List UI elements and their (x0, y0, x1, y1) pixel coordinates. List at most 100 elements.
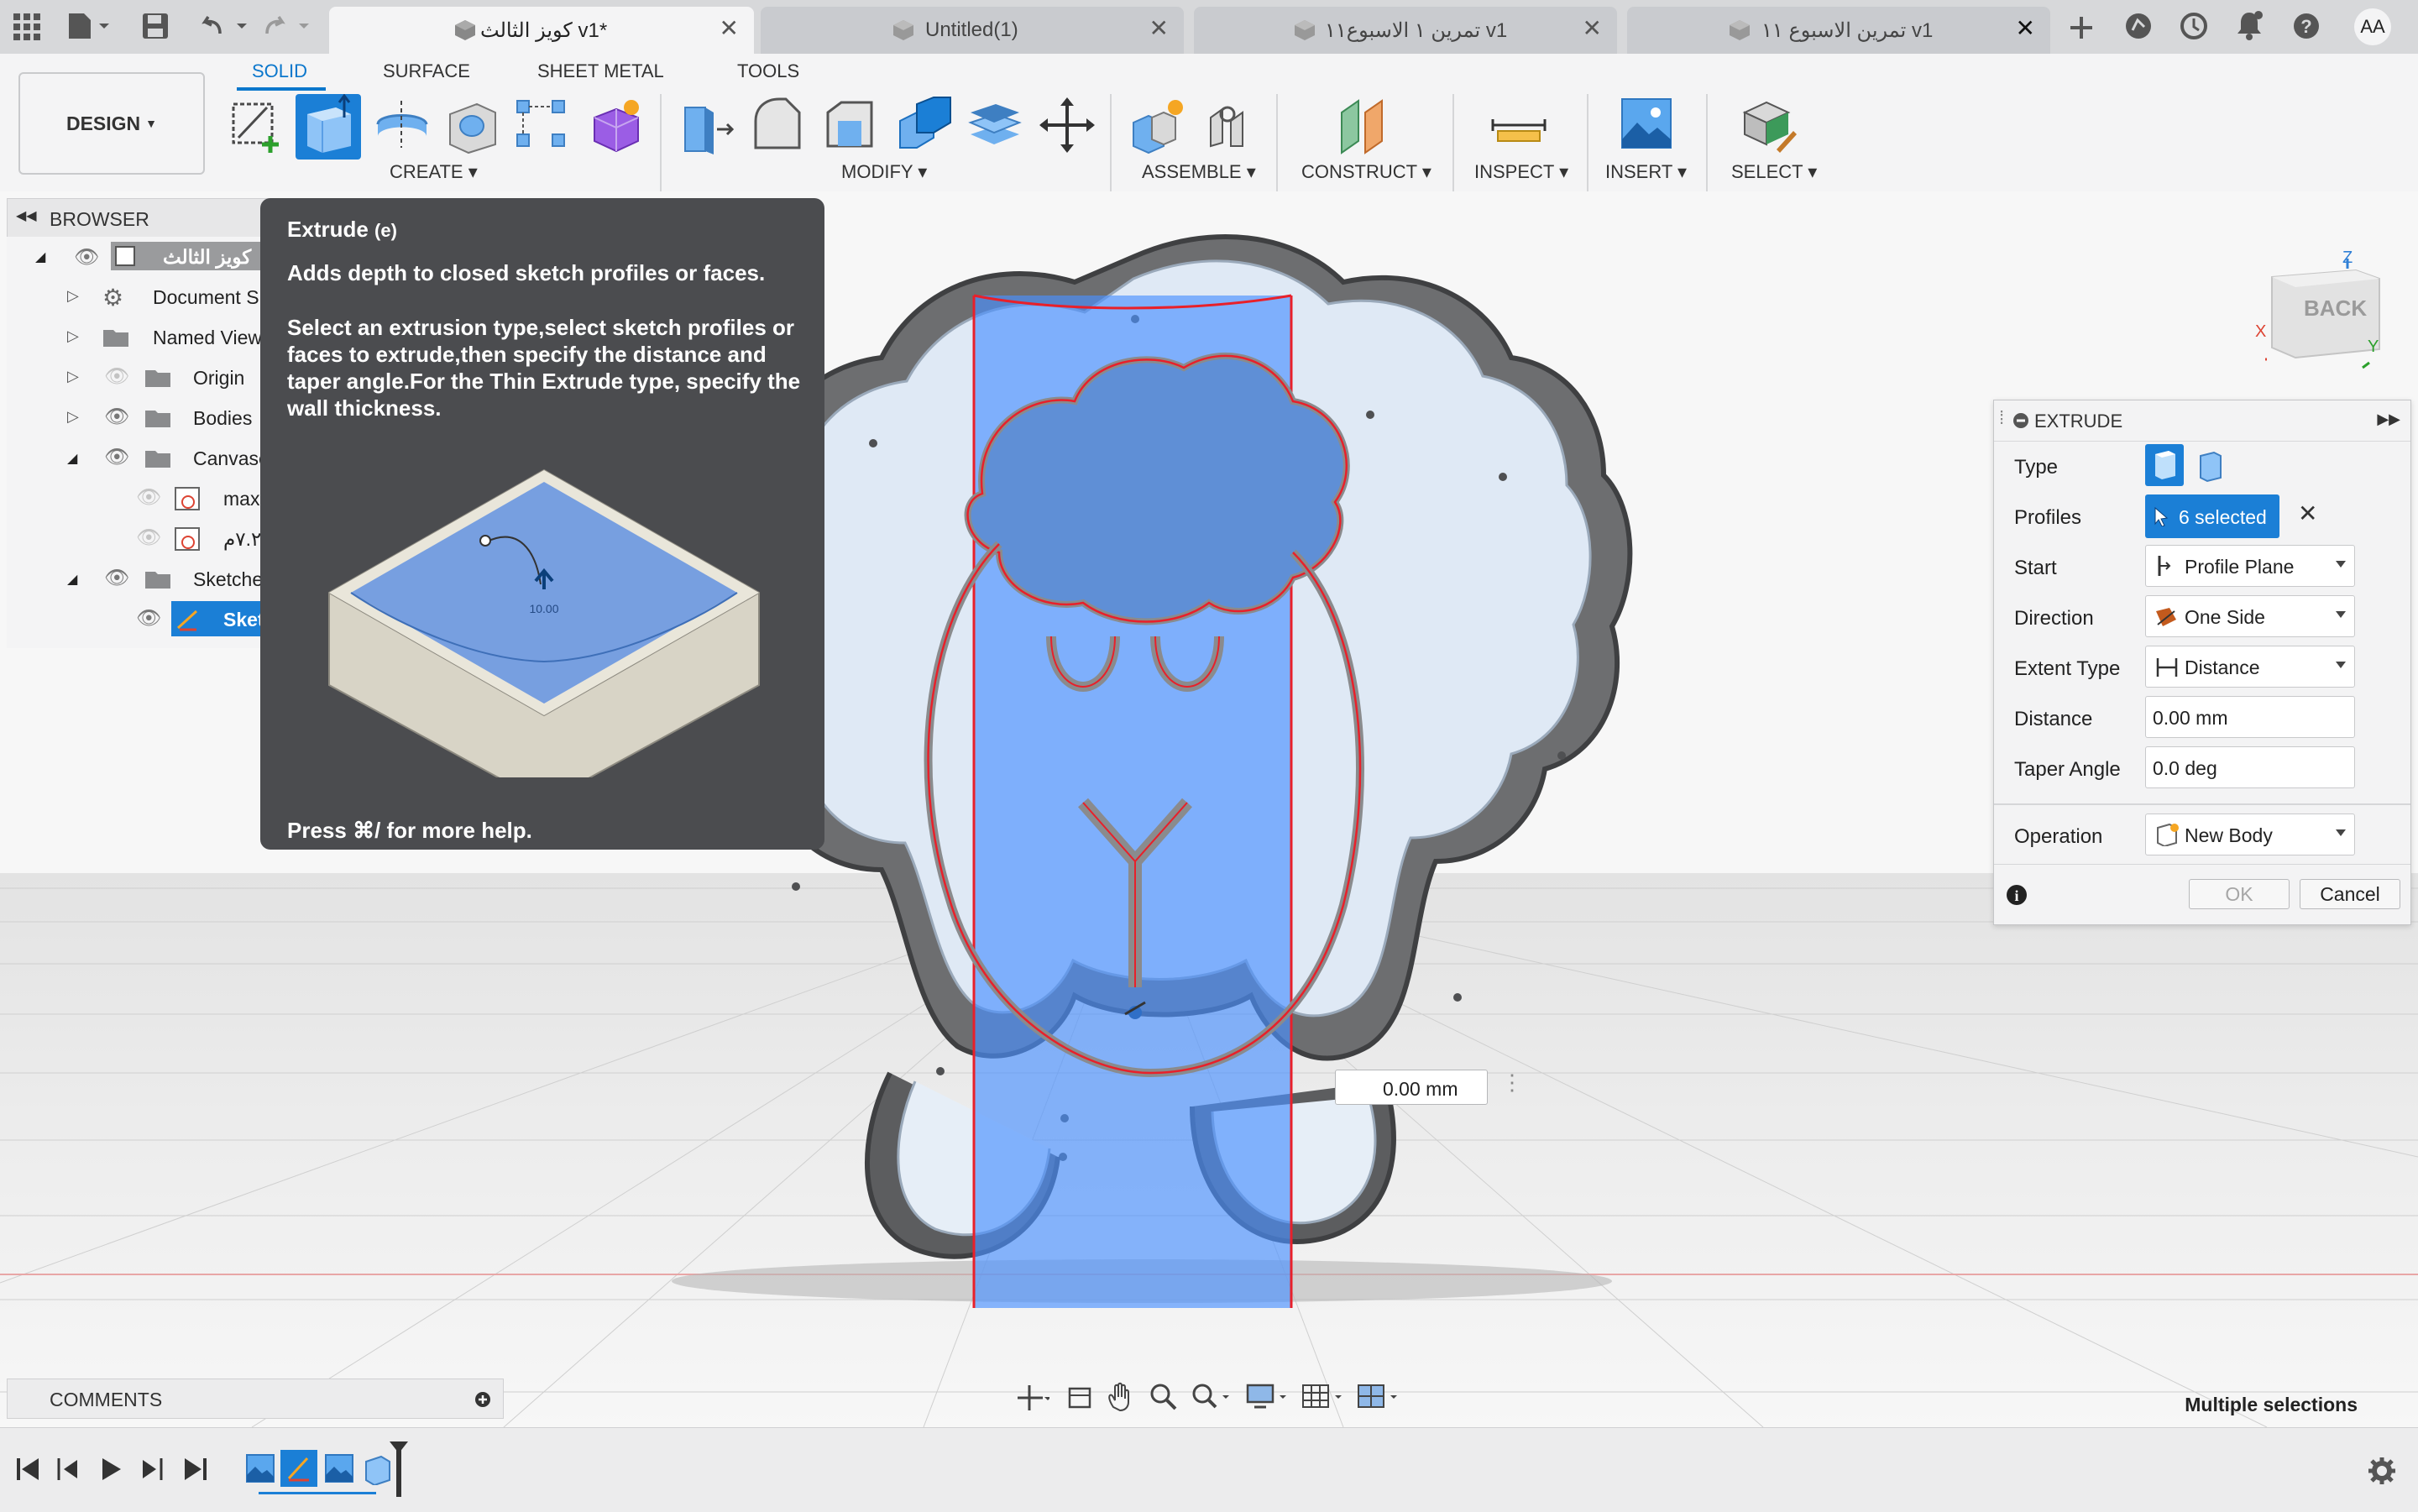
visibility-eye-icon[interactable]: 👁 (136, 606, 161, 630)
info-icon[interactable]: i (2006, 884, 2028, 906)
close-tab-icon[interactable]: ✕ (720, 17, 739, 40)
app-grid-icon[interactable] (13, 13, 40, 40)
doc-tab-active[interactable]: كويز الثالث v1* ✕ (329, 7, 754, 54)
close-tab-icon[interactable]: ✕ (2016, 17, 2035, 40)
help-icon[interactable]: ? (2292, 12, 2321, 40)
drag-handle-icon[interactable]: ⁞ (1999, 407, 2004, 429)
move-copy-icon[interactable] (1038, 96, 1096, 154)
offset-plane-icon[interactable] (1335, 96, 1394, 154)
collapse-arrow-icon[interactable]: ◢ (67, 450, 77, 467)
doc-tab[interactable]: تمرين ١ الاسبوع١١ v1 ✕ (1194, 7, 1617, 54)
orbit-icon[interactable] (1016, 1384, 1049, 1412)
visibility-eye-icon[interactable]: 👁 (104, 445, 129, 469)
go-to-end-icon[interactable] (183, 1457, 208, 1482)
browser-item-sketch-selected[interactable]: 👁 Sket (7, 599, 275, 638)
notifications-icon[interactable] (2235, 10, 2264, 40)
shell-icon[interactable] (893, 96, 952, 154)
display-settings-icon[interactable] (1246, 1382, 1288, 1410)
visibility-eye-icon[interactable]: 👁 (74, 245, 99, 269)
input-options-icon[interactable]: ⋮ (1501, 1070, 1523, 1096)
operation-dropdown[interactable]: New Body (2145, 814, 2355, 855)
add-comment-icon[interactable] (474, 1391, 491, 1408)
profiles-selection-button[interactable]: 6 selected (2145, 494, 2279, 538)
expand-arrow-icon[interactable]: ▷ (67, 327, 79, 345)
expand-arrow-icon[interactable]: ▷ (67, 408, 79, 426)
revolve-icon[interactable] (373, 96, 432, 154)
viewports-icon[interactable] (1357, 1382, 1399, 1410)
distance-field[interactable]: 0.00 mm (2145, 696, 2355, 738)
hidden-eye-icon[interactable]: 👁 (136, 485, 161, 510)
minus-circle-icon[interactable] (2012, 412, 2029, 429)
fillet-icon[interactable] (749, 96, 808, 154)
redo-icon[interactable] (262, 12, 314, 40)
close-tab-icon[interactable]: ✕ (1149, 17, 1169, 40)
visibility-eye-icon[interactable]: 👁 (104, 566, 129, 590)
direction-dropdown[interactable]: One Side (2145, 595, 2355, 637)
extensions-icon[interactable] (2124, 12, 2153, 40)
tab-sheet-metal[interactable]: SHEET METAL (537, 60, 664, 82)
tab-tools[interactable]: TOOLS (737, 60, 799, 82)
tab-solid[interactable]: SOLID (252, 60, 307, 82)
expand-arrow-icon[interactable]: ▷ (67, 368, 79, 385)
visibility-eye-icon[interactable]: 👁 (104, 405, 129, 429)
expand-dialog-icon[interactable]: ▶▶ (2377, 411, 2400, 428)
hidden-eye-icon[interactable]: 👁 (104, 364, 129, 389)
joint-icon[interactable] (1202, 96, 1261, 154)
pan-hand-icon[interactable] (1107, 1382, 1135, 1412)
step-back-icon[interactable] (55, 1457, 81, 1482)
new-component-icon[interactable] (1130, 96, 1189, 154)
group-create[interactable]: CREATE ▾ (390, 161, 478, 183)
browser-panel-header[interactable]: ◀◀ BROWSER (7, 198, 285, 238)
user-avatar[interactable]: AA (2354, 8, 2391, 45)
hidden-eye-icon[interactable]: 👁 (136, 526, 161, 550)
new-tab-icon[interactable] (2069, 15, 2094, 40)
ok-button[interactable]: OK (2189, 879, 2290, 909)
group-construct[interactable]: CONSTRUCT ▾ (1301, 161, 1431, 183)
step-forward-icon[interactable] (139, 1457, 165, 1482)
browser-root-item[interactable]: ◢ 👁 كويز الثالث (7, 237, 275, 275)
save-icon[interactable] (141, 12, 170, 40)
look-at-icon[interactable] (1066, 1384, 1095, 1412)
view-cube[interactable]: BACK Z X Y (2255, 249, 2386, 371)
taper-angle-field[interactable]: 0.0 deg (2145, 746, 2355, 788)
extrude-dialog-header[interactable]: ⁞ EXTRUDE ▶▶ (1994, 400, 2410, 442)
timeline-settings-gear-icon[interactable] (2368, 1457, 2396, 1485)
type-solid-option[interactable] (2145, 444, 2184, 486)
job-status-icon[interactable] (2180, 12, 2208, 40)
timeline-canvas-icon[interactable] (243, 1452, 277, 1485)
extent-type-dropdown[interactable]: Distance (2145, 646, 2355, 688)
insert-canvas-icon[interactable] (1617, 96, 1676, 154)
group-assemble[interactable]: ASSEMBLE ▾ (1142, 161, 1256, 183)
timeline-extrude-icon[interactable] (361, 1452, 395, 1485)
fit-view-icon[interactable] (1191, 1382, 1231, 1410)
timeline-canvas-icon[interactable] (322, 1452, 356, 1485)
collapse-browser-icon[interactable]: ◀◀ (16, 207, 37, 224)
play-icon[interactable] (99, 1457, 124, 1482)
create-form-icon[interactable] (586, 96, 645, 154)
group-select[interactable]: SELECT ▾ (1731, 161, 1817, 183)
press-pull-icon[interactable] (677, 96, 735, 154)
measure-icon[interactable] (1489, 96, 1548, 154)
chamfer-icon[interactable] (821, 96, 880, 154)
group-modify[interactable]: MODIFY ▾ (841, 161, 927, 183)
expand-arrow-icon[interactable]: ▷ (67, 287, 79, 305)
file-menu-icon[interactable] (67, 12, 109, 40)
group-insert[interactable]: INSERT ▾ (1605, 161, 1687, 183)
close-tab-icon[interactable]: ✕ (1583, 17, 1602, 40)
select-icon[interactable] (1740, 96, 1798, 154)
collapse-arrow-icon[interactable]: ◢ (35, 249, 45, 265)
go-to-start-icon[interactable] (15, 1457, 40, 1482)
doc-tab[interactable]: تمرين الاسبوع ١١ v1 ✕ (1627, 7, 2050, 54)
comments-panel[interactable]: COMMENTS (7, 1379, 504, 1419)
cancel-button[interactable]: Cancel (2300, 879, 2400, 909)
collapse-arrow-icon[interactable]: ◢ (67, 571, 77, 588)
thin-extrude-icon[interactable] (2194, 447, 2227, 484)
pattern-icon[interactable] (514, 96, 573, 154)
extrude-button-hovered[interactable] (296, 94, 361, 160)
distance-onscreen-input[interactable]: 0.00 mm (1335, 1070, 1488, 1105)
undo-icon[interactable] (198, 12, 250, 40)
create-sketch-icon[interactable] (227, 96, 285, 154)
zoom-icon[interactable] (1149, 1382, 1177, 1410)
clear-selection-icon[interactable]: ✕ (2298, 500, 2317, 527)
doc-tab[interactable]: Untitled(1) ✕ (761, 7, 1184, 54)
